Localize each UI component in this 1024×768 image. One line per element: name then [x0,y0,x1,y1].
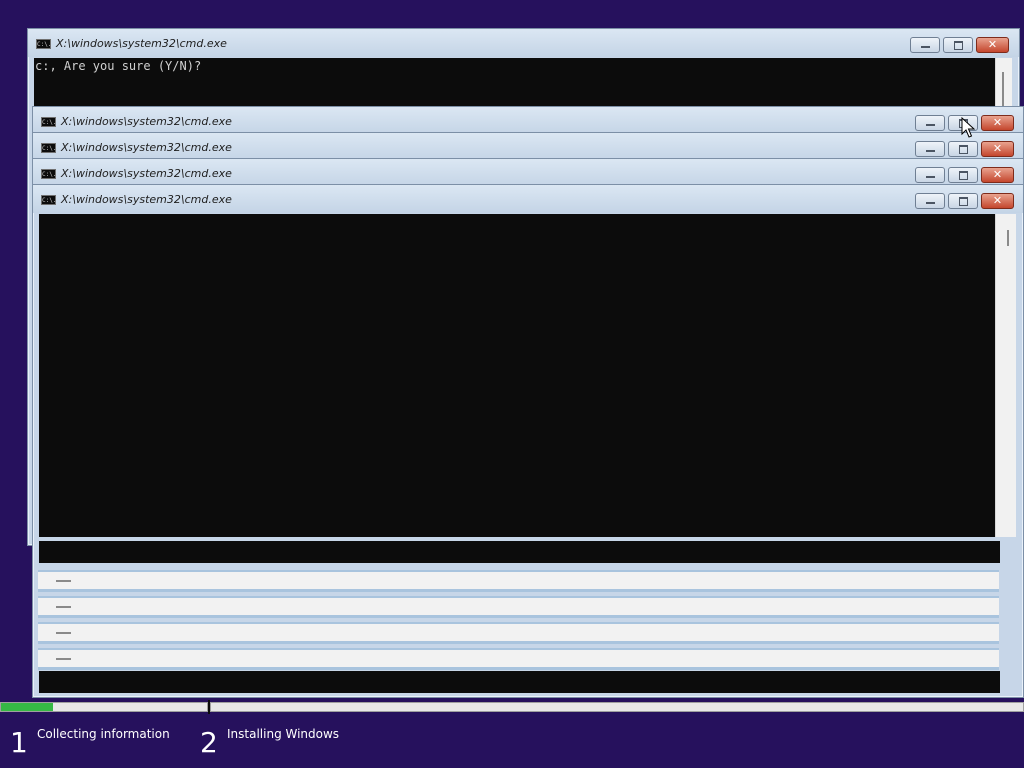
minimize-button[interactable] [915,167,945,183]
console-area-lower[interactable] [39,541,1000,563]
minimize-icon [916,194,944,208]
step-number: 2 [200,726,218,759]
scrollbar-thumb[interactable] [1002,72,1004,106]
close-button[interactable]: ✕ [981,193,1014,209]
cmd-app-icon: C:\. [41,117,57,127]
maximize-button[interactable] [948,141,978,157]
close-icon: ✕ [992,194,1003,207]
close-icon: ✕ [987,38,998,51]
maximize-icon [949,168,977,182]
progress-bar-step-2 [210,702,1024,712]
collapsed-window-strip[interactable] [38,596,999,618]
minimize-icon [56,606,71,608]
step-label: Collecting information [37,727,170,741]
cmd-app-icon: C:\. [36,39,52,49]
maximize-button[interactable] [948,193,978,209]
close-button[interactable]: ✕ [981,141,1014,157]
title-bar[interactable]: C:\. X:\windows\system32\cmd.exe ✕ [33,185,1023,213]
close-icon: ✕ [992,142,1003,155]
mouse-pointer-icon [961,117,976,138]
maximize-icon [949,194,977,208]
step-number: 1 [10,726,28,759]
title-bar[interactable]: C:\. X:\windows\system32\cmd.exe ✕ [33,159,1023,187]
console-area[interactable] [39,214,995,537]
title-bar[interactable]: C:\. X:\windows\system32\cmd.exe ✕ [33,107,1023,135]
console-prompt-text: c:, Are you sure (Y/N)? [35,59,202,73]
close-icon: ✕ [992,116,1003,129]
minimize-icon [916,116,944,130]
step-label: Installing Windows [227,727,340,741]
minimize-button[interactable] [915,193,945,209]
cmd-app-icon: C:\. [41,169,57,179]
maximize-icon [949,142,977,156]
window-title: X:\windows\system32\cmd.exe [61,141,232,154]
minimize-icon [56,658,71,660]
maximize-icon [944,38,972,52]
minimize-icon [56,632,71,634]
console-area-bottom[interactable] [39,671,1000,693]
title-bar[interactable]: C:\. X:\windows\system32\cmd.exe ✕ [33,133,1023,161]
progress-fill [1,703,53,711]
cmd-app-icon: C:\. [41,195,57,205]
scrollbar-thumb[interactable] [1007,230,1009,246]
close-button[interactable]: ✕ [981,167,1014,183]
minimize-button[interactable] [915,115,945,131]
collapsed-window-strip[interactable] [38,648,999,670]
minimize-icon [916,142,944,156]
vertical-scrollbar[interactable] [995,214,1016,537]
minimize-icon [916,168,944,182]
maximize-button[interactable] [948,167,978,183]
cmd-app-icon: C:\. [41,143,57,153]
close-button[interactable]: ✕ [976,37,1009,53]
cmd-window-5[interactable]: C:\. X:\windows\system32\cmd.exe ✕ [32,184,1024,698]
minimize-icon [911,38,939,52]
collapsed-window-strip[interactable] [38,570,999,592]
close-button[interactable]: ✕ [981,115,1014,131]
minimize-button[interactable] [910,37,940,53]
window-title: X:\windows\system32\cmd.exe [56,37,227,50]
setup-progress [0,700,1024,714]
progress-bar-step-1 [0,702,208,712]
minimize-icon [56,580,71,582]
close-icon: ✕ [992,168,1003,181]
window-title: X:\windows\system32\cmd.exe [61,167,232,180]
collapsed-window-strip[interactable] [38,622,999,644]
minimize-button[interactable] [915,141,945,157]
window-title: X:\windows\system32\cmd.exe [61,193,232,206]
maximize-button[interactable] [943,37,973,53]
window-title: X:\windows\system32\cmd.exe [61,115,232,128]
title-bar[interactable]: C:\. X:\windows\system32\cmd.exe ✕ [28,29,1019,57]
